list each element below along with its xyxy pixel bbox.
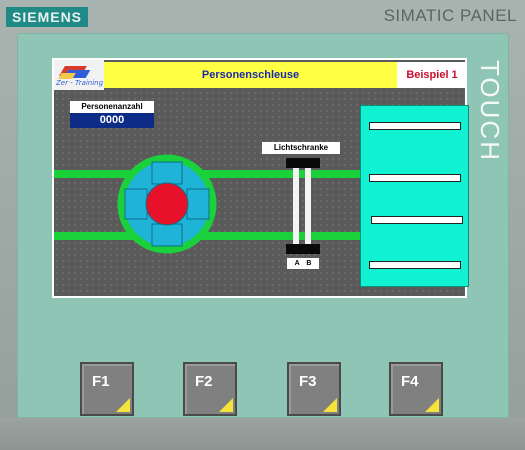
light-barrier-top	[286, 158, 320, 168]
turnstile-arm-left	[124, 188, 148, 220]
hmi-canvas: Zer - Training Personenschleuse Beispiel…	[54, 60, 469, 296]
status-panel	[360, 105, 469, 287]
person-count-value: 0000	[70, 113, 154, 128]
device-bottom-strip	[0, 418, 525, 450]
status-slot-2	[369, 174, 461, 182]
page-title: Personenschleuse	[201, 69, 300, 81]
f2-key[interactable]: F2	[183, 362, 237, 416]
light-barrier-bottom	[286, 244, 320, 254]
f4-indicator	[425, 398, 439, 412]
title-bar: Personenschleuse	[104, 62, 397, 88]
f3-key[interactable]: F3	[287, 362, 341, 416]
status-slot-1	[369, 122, 461, 130]
f3-indicator	[323, 398, 337, 412]
light-barrier-beam-a	[293, 168, 299, 244]
panel-title: SIMATIC PANEL	[383, 6, 517, 25]
person-count-label: Personenanzahl	[70, 101, 154, 113]
training-logo: Zer - Training	[54, 60, 104, 90]
f1-key-label: F1	[92, 373, 110, 390]
status-slot-4	[369, 261, 461, 269]
turnstile-arm-top	[151, 161, 183, 185]
f3-key-label: F3	[299, 373, 317, 390]
logo-text: Zer - Training	[56, 79, 104, 87]
light-barrier-label: Lichtschranke	[262, 142, 340, 154]
f2-key-label: F2	[195, 373, 213, 390]
light-barrier-ab-label: A B	[287, 258, 319, 269]
turnstile-arm-right	[186, 188, 210, 220]
light-barrier-beam-b	[305, 168, 311, 244]
hmi-screen: Zer - Training Personenschleuse Beispiel…	[52, 58, 469, 298]
brand-label: SIEMENS	[6, 7, 89, 27]
example-label: Beispiel 1	[397, 62, 467, 88]
turnstile-hub	[145, 182, 189, 226]
f1-indicator	[116, 398, 130, 412]
turnstile-icon[interactable]	[117, 151, 217, 257]
f4-key[interactable]: F4	[389, 362, 443, 416]
status-slot-3	[371, 216, 463, 224]
turnstile-arm-bottom	[151, 223, 183, 247]
f2-indicator	[219, 398, 233, 412]
f4-key-label: F4	[401, 373, 419, 390]
f1-key[interactable]: F1	[80, 362, 134, 416]
touch-label: TOUCH	[475, 60, 505, 162]
